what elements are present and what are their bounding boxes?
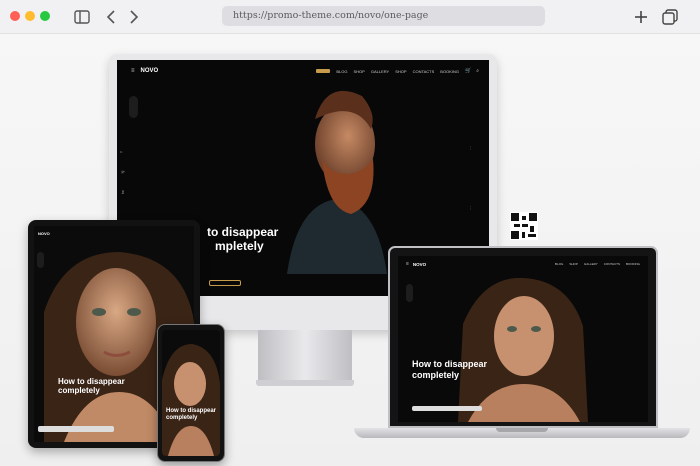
nav-item[interactable]: CONTACTS: [413, 69, 435, 74]
site-logo: NOVO: [412, 261, 427, 267]
search-icon[interactable]: ⌕: [476, 68, 479, 74]
browser-toolbar: https://promo-theme.com/novo/one-page: [0, 0, 700, 34]
nav-item[interactable]: GALLERY: [371, 69, 389, 74]
nav-item[interactable]: BLOG: [555, 262, 563, 266]
tabs-icon[interactable]: [660, 7, 680, 27]
right-rail-link[interactable]: ···: [469, 206, 473, 210]
nav-item[interactable]: BOOKING: [440, 69, 459, 74]
address-bar[interactable]: https://promo-theme.com/novo/one-page: [222, 6, 545, 26]
laptop-title-line2: completely: [412, 370, 460, 380]
laptop-site-header: ≡ NOVO BLOG SHOP GALLERY CONTACTS BOOKIN…: [398, 256, 648, 272]
desktop-stand-base: [256, 380, 354, 386]
phone-title-line1: How to disappear: [166, 408, 217, 414]
nav-item[interactable]: SHOP: [569, 262, 578, 266]
brand-accent-badge: [316, 69, 331, 73]
close-window-button[interactable]: [10, 11, 20, 21]
sidebar-toggle-icon[interactable]: [72, 7, 92, 27]
tablet-title-line2: completely: [58, 386, 100, 395]
social-link[interactable]: tw: [121, 190, 125, 194]
nav-item[interactable]: SHOP: [354, 69, 365, 74]
site-logo: NOVO: [140, 68, 159, 74]
phone-mockup: How to disappear completely: [157, 324, 225, 462]
desktop-stand: [258, 330, 352, 384]
side-social-pill[interactable]: [37, 252, 44, 268]
hero-portrait-man: [287, 90, 387, 274]
phone-screen: How to disappear completely: [162, 330, 220, 456]
menu-icon[interactable]: ≡: [131, 68, 135, 74]
tablet-cta-bar[interactable]: [38, 426, 114, 432]
hero-title-line1: to disappear: [207, 225, 279, 239]
menu-icon[interactable]: ≡: [406, 261, 409, 267]
site-logo: NOVO: [38, 230, 50, 236]
nav-item[interactable]: GALLERY: [584, 262, 598, 266]
qr-code-icon: [510, 212, 538, 240]
phone-portrait-woman: [162, 344, 220, 456]
back-icon[interactable]: [101, 7, 121, 27]
laptop-title-line1: How to disappear: [412, 359, 488, 369]
laptop-cta-bar[interactable]: [412, 406, 482, 411]
nav-item[interactable]: BOOKING: [626, 262, 640, 266]
nav-item[interactable]: BLOG: [336, 69, 347, 74]
cart-icon[interactable]: 🛒: [465, 68, 471, 74]
phone-title-line2: completely: [166, 415, 198, 421]
page-content: ≡ NOVO BLOG SHOP GALLERY SHOP CONTACTS B…: [0, 34, 700, 466]
hero-title-line2: mpletely: [215, 239, 264, 253]
social-link[interactable]: ig: [120, 171, 124, 174]
laptop-notch: [496, 428, 548, 432]
hero-cta-button[interactable]: [209, 280, 241, 286]
laptop-portrait-woman: [458, 277, 588, 422]
side-social-pill[interactable]: [129, 96, 138, 118]
nav-item[interactable]: CONTACTS: [604, 262, 620, 266]
tablet-site-header: NOVO: [34, 226, 194, 240]
forward-icon[interactable]: [124, 7, 144, 27]
laptop-mockup: ≡ NOVO BLOG SHOP GALLERY CONTACTS BOOKIN…: [388, 246, 658, 428]
laptop-screen: ≡ NOVO BLOG SHOP GALLERY CONTACTS BOOKIN…: [398, 256, 648, 422]
social-link[interactable]: f: [119, 152, 123, 153]
right-rail-link[interactable]: ···: [469, 146, 473, 150]
minimize-window-button[interactable]: [25, 11, 35, 21]
nav-item[interactable]: SHOP: [395, 69, 406, 74]
new-tab-icon[interactable]: [631, 7, 651, 27]
side-social-pill[interactable]: [406, 284, 413, 302]
maximize-window-button[interactable]: [40, 11, 50, 21]
